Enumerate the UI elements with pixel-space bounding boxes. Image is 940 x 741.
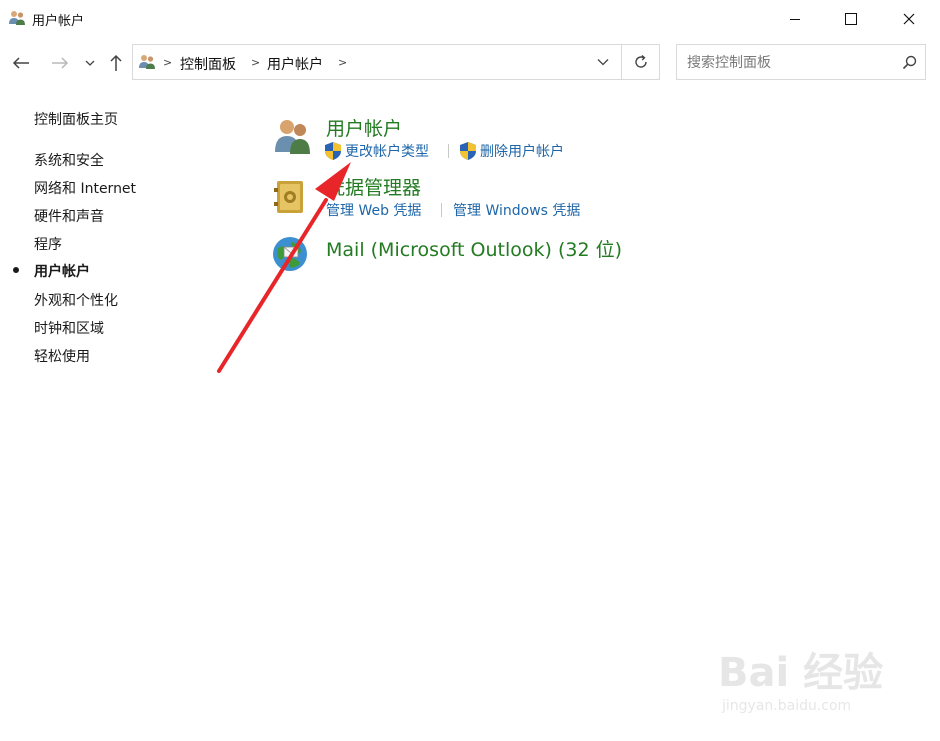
sidebar-item-user-accounts[interactable]: 用户帐户 [34, 261, 90, 281]
arrow-right-icon [52, 57, 69, 69]
watermark: Bai 经验 jingyan.baidu.com [718, 640, 918, 720]
uac-shield-icon [459, 141, 477, 161]
sidebar-item-hardware-sound[interactable]: 硬件和声音 [34, 206, 104, 226]
breadcrumb-separator[interactable]: > [338, 56, 347, 69]
up-button[interactable] [104, 52, 128, 74]
arrow-left-icon [12, 57, 29, 69]
link-manage-windows-credentials[interactable]: 管理 Windows 凭据 [453, 200, 580, 220]
recent-locations-button[interactable] [79, 52, 101, 74]
sidebar-item-ease-of-access[interactable]: 轻松使用 [34, 346, 90, 366]
address-dropdown-button[interactable] [585, 45, 621, 79]
vault-icon [272, 178, 308, 220]
uac-shield-icon [324, 141, 342, 161]
minimize-button[interactable] [766, 0, 824, 38]
link-manage-web-credentials[interactable]: 管理 Web 凭据 [326, 200, 421, 220]
sidebar-item-appearance[interactable]: 外观和个性化 [34, 290, 118, 310]
search-box[interactable] [676, 44, 926, 80]
annotation-arrow [217, 162, 351, 373]
refresh-button[interactable] [621, 45, 660, 79]
search-icon[interactable] [902, 55, 917, 74]
maximize-icon [845, 13, 857, 25]
sidebar-item-network-internet[interactable]: 网络和 Internet [34, 178, 136, 198]
minimize-icon [790, 19, 800, 20]
link-divider [448, 144, 449, 158]
title-bar: 用户帐户 [0, 0, 940, 38]
link-divider [441, 203, 442, 217]
sidebar-item-system-security[interactable]: 系统和安全 [34, 150, 104, 170]
watermark-brand: Bai 经验 [718, 650, 884, 696]
close-icon [903, 13, 915, 25]
link-delete-user-account[interactable]: 删除用户帐户 [480, 141, 564, 161]
watermark-url: jingyan.baidu.com [722, 698, 852, 714]
refresh-icon [635, 54, 647, 68]
breadcrumb-control-panel[interactable]: 控制面板 [180, 54, 236, 74]
category-title-mail[interactable]: Mail (Microsoft Outlook) (32 位) [326, 235, 622, 262]
close-button[interactable] [880, 0, 938, 38]
users-icon [137, 54, 157, 74]
sidebar-home-link[interactable]: 控制面板主页 [34, 109, 118, 129]
breadcrumb-separator[interactable]: > [251, 56, 260, 69]
users-icon [272, 116, 312, 160]
chevron-down-icon [85, 60, 95, 66]
search-input[interactable] [685, 53, 889, 73]
maximize-button[interactable] [822, 0, 880, 38]
active-indicator [13, 267, 19, 273]
sidebar-item-clock-region[interactable]: 时钟和区域 [34, 318, 104, 338]
arrow-up-icon [110, 54, 122, 71]
breadcrumb-user-accounts[interactable]: 用户帐户 [267, 54, 323, 74]
forward-button[interactable] [48, 52, 72, 74]
breadcrumb-separator[interactable]: > [163, 56, 172, 69]
navigation-bar: > 控制面板 > 用户帐户 > [0, 44, 940, 82]
chevron-down-icon [597, 59, 609, 66]
category-title-user-accounts[interactable]: 用户帐户 [326, 114, 402, 141]
back-button[interactable] [9, 52, 33, 74]
sidebar-item-programs[interactable]: 程序 [34, 234, 62, 254]
mail-globe-icon [270, 234, 310, 278]
users-icon [8, 10, 26, 26]
category-title-credential-manager[interactable]: 凭据管理器 [326, 173, 421, 200]
address-bar[interactable]: > 控制面板 > 用户帐户 > [132, 44, 660, 80]
link-change-account-type[interactable]: 更改帐户类型 [345, 141, 429, 161]
window-title: 用户帐户 [32, 14, 85, 29]
